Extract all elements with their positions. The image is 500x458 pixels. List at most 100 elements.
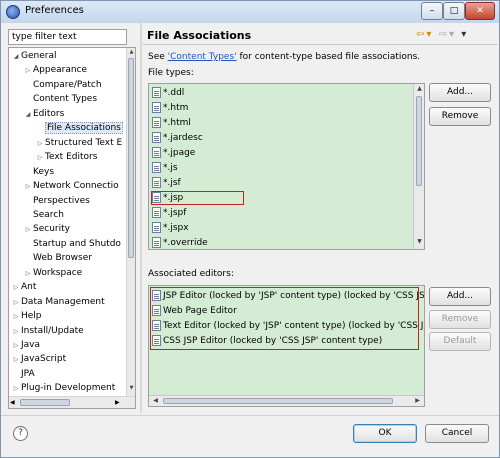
tree-item[interactable]: ▷ Plug-in Development (9, 381, 127, 395)
tree-item[interactable]: ▷ JavaScript (9, 352, 127, 366)
scroll-left-arrow-icon[interactable]: ◀ (150, 396, 161, 406)
file-type-item[interactable]: *.override (152, 236, 208, 249)
scrollbar-thumb[interactable] (128, 58, 134, 258)
remove-editor-button[interactable]: Remove (429, 310, 491, 329)
collapsed-arrow-icon[interactable]: ▷ (11, 339, 21, 352)
history-navigation[interactable]: ⇦▾ ⇨▾ ▾ (416, 29, 468, 40)
tree-item[interactable]: ▷ Appearance (9, 63, 127, 77)
file-types-list[interactable]: *.ddl *.htm *.html *.jardesc *.jpage *.js *.js… (148, 83, 425, 250)
scroll-up-arrow-icon[interactable]: ▲ (127, 49, 135, 55)
expanded-arrow-icon[interactable]: ◢ (23, 108, 33, 121)
view-menu-icon[interactable]: ▾ (461, 29, 468, 40)
help-icon[interactable]: ? (13, 426, 28, 441)
tree-item[interactable]: Compare/Patch (9, 78, 127, 92)
collapsed-arrow-icon[interactable]: ▷ (23, 180, 33, 193)
back-arrow-icon[interactable]: ⇦▾ (416, 29, 433, 40)
tree-item-label: File Associations (45, 122, 123, 135)
file-type-label: *.jpage (163, 148, 196, 158)
tree-item-label: Compare/Patch (33, 79, 102, 90)
close-button[interactable]: ✕ (465, 2, 495, 20)
scroll-up-arrow-icon[interactable]: ▲ (414, 85, 424, 92)
tree-item[interactable]: ▷ Help (9, 309, 127, 323)
title-bar[interactable]: Preferences – □ ✕ (1, 1, 499, 23)
pane-divider[interactable] (140, 23, 142, 413)
file-types-scrollbar[interactable]: ▲ ▼ (413, 84, 424, 249)
scroll-right-arrow-icon[interactable]: ▶ (115, 397, 120, 408)
file-type-item[interactable]: *.htm (152, 101, 188, 115)
preferences-tree: ◢ General ▷ Appearance Compare/Patch Content … (8, 47, 136, 409)
default-editor-button[interactable]: Default (429, 332, 491, 351)
tree-item[interactable]: Startup and Shutdo (9, 237, 127, 251)
scroll-down-arrow-icon[interactable]: ▼ (127, 385, 135, 391)
tree-item[interactable]: File Associations (9, 121, 127, 135)
file-types-label: File types: (148, 68, 194, 78)
file-type-item[interactable]: *.jspx (152, 221, 189, 235)
collapsed-arrow-icon[interactable]: ▷ (11, 353, 21, 366)
tree-item[interactable]: ▷ Workspace (9, 266, 127, 280)
tree-item[interactable]: ◢ Editors (9, 107, 127, 121)
scrollbar-thumb[interactable] (20, 399, 70, 406)
tree-item-label: Structured Text E (45, 137, 123, 148)
minimize-button[interactable]: – (421, 2, 443, 20)
tree-item-label: JPA (21, 368, 35, 379)
tree-item[interactable]: ▷ Java (9, 338, 127, 352)
tree-item[interactable]: Perspectives (9, 194, 127, 208)
tree-item[interactable]: Keys (9, 165, 127, 179)
tree-item[interactable]: ▷ Text Editors (9, 150, 127, 164)
forward-arrow-icon[interactable]: ⇨▾ (439, 29, 456, 40)
editors-horizontal-scrollbar[interactable]: ◀ ▶ (149, 395, 424, 406)
collapsed-arrow-icon[interactable]: ▷ (35, 137, 45, 150)
tree-item[interactable]: Search (9, 208, 127, 222)
file-type-item[interactable]: *.jardesc (152, 131, 203, 145)
add-file-type-button[interactable]: Add... (429, 83, 491, 102)
scroll-left-arrow-icon[interactable]: ◀ (10, 397, 15, 408)
tree-item-label: Editors (33, 108, 65, 119)
filter-input[interactable] (8, 29, 127, 45)
scroll-right-arrow-icon[interactable]: ▶ (412, 396, 423, 406)
tree-item[interactable]: ▷ Install/Update (9, 324, 127, 338)
tree-item[interactable]: ◢ General (9, 49, 127, 63)
collapsed-arrow-icon[interactable]: ▷ (11, 325, 21, 338)
eclipse-icon (6, 5, 20, 19)
tree-vertical-scrollbar[interactable]: ▲ ▼ (126, 48, 135, 396)
collapsed-arrow-icon[interactable]: ▷ (11, 281, 21, 294)
tree-item[interactable]: ▷ Security (9, 222, 127, 236)
content-types-link[interactable]: 'Content Types' (168, 52, 237, 62)
tree-item-label: Perspectives (33, 195, 90, 206)
file-type-item[interactable]: *.js (152, 161, 178, 175)
file-type-item[interactable]: *.jpage (152, 146, 195, 160)
tree-item[interactable]: ▷ Ant (9, 280, 127, 294)
file-type-icon (152, 147, 161, 158)
maximize-button[interactable]: □ (443, 2, 465, 20)
file-type-label: *.js (163, 163, 178, 173)
scrollbar-thumb[interactable] (416, 96, 422, 186)
tree-item[interactable]: JPA (9, 367, 127, 381)
tree-item[interactable]: ▷ Structured Text E (9, 136, 127, 150)
scroll-down-arrow-icon[interactable]: ▼ (414, 238, 424, 245)
collapsed-arrow-icon[interactable]: ▷ (11, 382, 21, 395)
collapsed-arrow-icon[interactable]: ▷ (23, 267, 33, 280)
collapsed-arrow-icon[interactable]: ▷ (23, 64, 33, 77)
scrollbar-thumb[interactable] (163, 398, 393, 404)
collapsed-arrow-icon[interactable]: ▷ (11, 310, 21, 323)
file-type-item[interactable]: *.ddl (152, 86, 184, 100)
tree-item[interactable]: ▷ Data Management (9, 295, 127, 309)
tree-item[interactable]: ▷ Network Connectio (9, 179, 127, 193)
ok-button[interactable]: OK (353, 424, 417, 443)
tree-item-label: Ant (21, 282, 37, 293)
tree-horizontal-scrollbar[interactable]: ◀ ▶ (9, 396, 135, 408)
collapsed-arrow-icon[interactable]: ▷ (23, 223, 33, 236)
file-type-item[interactable]: *.jspf (152, 206, 186, 220)
collapsed-arrow-icon[interactable]: ▷ (35, 151, 45, 164)
tree-item[interactable]: Web Browser (9, 251, 127, 265)
tree-item[interactable]: Content Types (9, 92, 127, 106)
collapsed-arrow-icon[interactable]: ▷ (11, 296, 21, 309)
remove-file-type-button[interactable]: Remove (429, 107, 491, 126)
add-editor-button[interactable]: Add... (429, 287, 491, 306)
cancel-button[interactable]: Cancel (425, 424, 489, 443)
file-type-item[interactable]: *.html (152, 116, 191, 130)
tree-item-label: JavaScript (21, 354, 67, 365)
file-type-item[interactable]: *.jsf (152, 176, 181, 190)
expanded-arrow-icon[interactable]: ◢ (11, 50, 21, 63)
tree-item-label: Security (33, 224, 70, 235)
